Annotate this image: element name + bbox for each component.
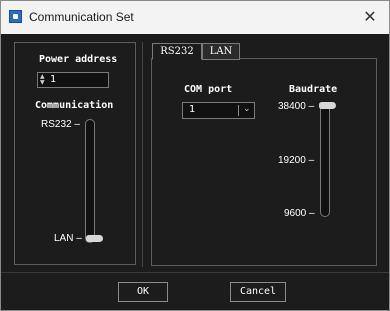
com-port-label: COM port	[184, 84, 233, 95]
baud-tick-9600: 9600 –	[284, 208, 315, 219]
title-bar: Communication Set ✕	[1, 1, 389, 34]
close-button[interactable]: ✕	[361, 7, 379, 27]
slider-rs232-label: RS232 –	[41, 119, 80, 130]
button-bar-divider	[1, 272, 389, 273]
spin-arrows-icon[interactable]: ▲ ▼	[40, 74, 46, 86]
com-port-value: 1	[189, 104, 196, 115]
app-icon	[9, 10, 22, 23]
com-port-combobox[interactable]: 1 ⌄	[182, 102, 255, 119]
power-address-label: Power address	[39, 54, 118, 65]
power-address-spinbox[interactable]: ▲ ▼ 1	[37, 72, 109, 88]
window-title: Communication Set	[29, 10, 134, 24]
baudrate-label: Baudrate	[289, 84, 338, 95]
baudrate-slider-thumb[interactable]	[319, 102, 336, 109]
ok-button[interactable]: OK	[118, 282, 168, 302]
cancel-button[interactable]: Cancel	[230, 282, 286, 302]
communication-slider-thumb[interactable]	[86, 235, 103, 242]
tab-lan[interactable]: LAN	[202, 43, 240, 60]
panel-divider	[142, 42, 143, 267]
baudrate-slider[interactable]	[320, 103, 330, 217]
tab-rs232[interactable]: RS232	[152, 43, 202, 60]
communication-label: Communication	[35, 100, 114, 111]
combo-separator	[238, 105, 239, 116]
power-address-value: 1	[50, 74, 57, 85]
baud-tick-38400: 38400 –	[278, 101, 315, 112]
baud-tick-19200: 19200 –	[278, 155, 315, 166]
chevron-down-icon[interactable]: ⌄	[243, 104, 251, 114]
slider-lan-label: LAN –	[54, 233, 82, 244]
communication-slider[interactable]	[85, 119, 95, 243]
communication-set-dialog: Communication Set ✕ Power address ▲ ▼ 1 C…	[0, 0, 390, 311]
